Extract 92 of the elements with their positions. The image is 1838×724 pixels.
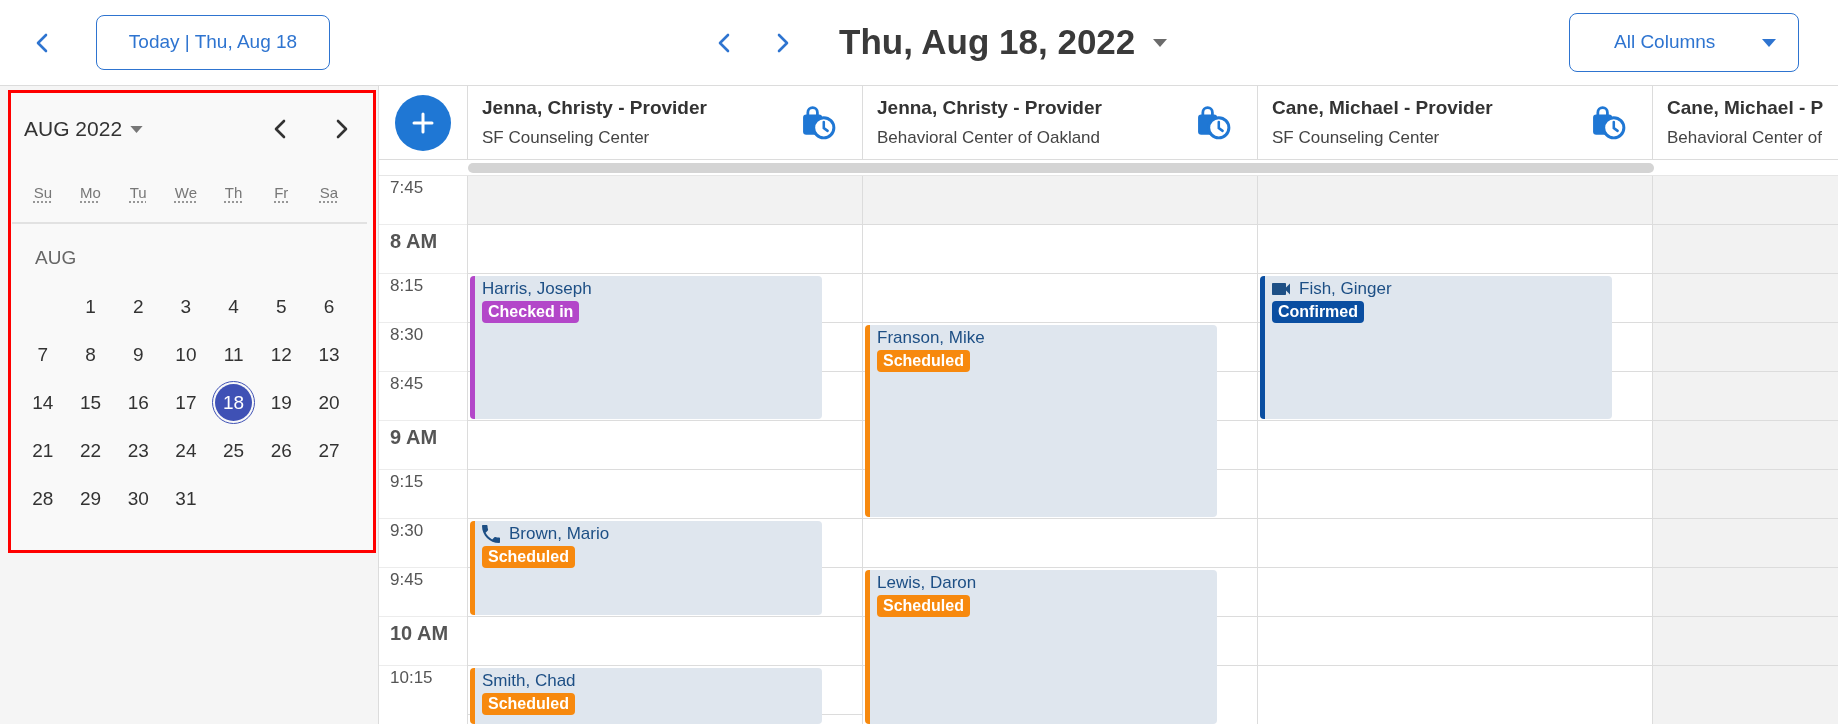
calendar-day[interactable]: 4 [212,284,256,328]
calendar-day[interactable]: 19 [259,380,303,424]
weekday-label: Th [224,183,243,204]
calendar-day[interactable]: 26 [259,428,303,472]
calendar-day[interactable]: 9 [116,332,160,376]
calendar-day[interactable]: 10 [164,332,208,376]
caret-down-icon [1153,38,1168,47]
time-label: 9:30 [390,521,424,541]
calendar-day[interactable]: 13 [307,332,351,376]
time-label: 7:45 [390,178,424,198]
status-badge: Scheduled [482,693,575,715]
calendar-day[interactable]: 7 [21,332,65,376]
appointment-card[interactable]: Smith, Chad Scheduled [470,668,822,724]
weekday-label: We [174,183,197,204]
lock-clock-icon [1197,105,1231,140]
calendar-day[interactable]: 8 [69,332,113,376]
provider-name: Cane, Michael - P [1667,96,1824,120]
calendar-day[interactable]: 20 [307,380,351,424]
appointment-card[interactable]: Franson, Mike Scheduled [865,325,1217,517]
calendar-day[interactable]: 12 [259,332,303,376]
time-label: 9:15 [390,472,424,492]
calendar-day[interactable]: 24 [164,428,208,472]
time-label: 8:45 [390,374,424,394]
weekday-label: Fr [274,183,289,204]
time-label: 9:45 [390,570,424,590]
chevron-right-icon [777,32,789,53]
calendar-day[interactable]: 25 [212,428,256,472]
calendar-day[interactable]: 27 [307,428,351,472]
caret-down-icon [130,125,144,133]
date-picker-button[interactable]: Thu, Aug 18, 2022 [839,16,1168,69]
status-badge: Confirmed [1272,301,1364,323]
patient-name: Franson, Mike [877,328,985,348]
weekday-label: Mo [80,183,101,204]
column-filter-dropdown[interactable]: All Columns [1569,13,1799,72]
patient-name: Brown, Mario [509,524,610,544]
calendar-day[interactable]: 31 [164,476,208,520]
location-name: SF Counseling Center [1272,127,1441,149]
weekday-label: Tu [129,183,147,204]
calendar-day[interactable]: 29 [69,476,113,520]
status-badge: Scheduled [877,595,970,617]
month-section-label: AUG [35,247,77,268]
location-name: Behavioral Center of Oakland [877,127,1102,149]
calendar-day[interactable]: 28 [21,476,65,520]
calendar-day[interactable]: 3 [164,284,208,328]
chevron-right-icon [336,119,348,139]
calendar-day[interactable]: 6 [307,284,351,328]
calendar-day[interactable]: 5 [259,284,303,328]
calendar-day[interactable]: 14 [21,380,65,424]
month-picker-button[interactable]: AUG 2022 [24,113,144,145]
patient-name: Harris, Joseph [482,279,592,299]
chevron-left-icon [36,32,48,53]
status-badge: Checked in [482,301,580,323]
calendar-day[interactable]: 11 [212,332,256,376]
calendar-day[interactable]: 1 [69,284,113,328]
today-button[interactable]: Today | Thu, Aug 18 [96,15,330,70]
time-label: 8:15 [390,276,424,296]
calendar-day[interactable]: 22 [69,428,113,472]
time-label: 10:15 [390,668,433,688]
provider-name: Jenna, Christy - Provider [877,96,1102,120]
calendar-day[interactable]: 21 [21,428,65,472]
time-label: 8 AM [390,229,438,253]
patient-name: Lewis, Daron [877,573,977,593]
time-label: 9 AM [390,425,438,449]
weekday-label: Sa [319,183,339,204]
appointment-card[interactable]: Lewis, Daron Scheduled [865,570,1217,724]
calendar-day[interactable]: 2 [116,284,160,328]
lock-clock-icon [1592,105,1626,140]
provider-name: Cane, Michael - Provider [1272,96,1493,120]
calendar-day[interactable]: 15 [69,380,113,424]
provider-name: Jenna, Christy - Provider [482,96,707,120]
chevron-left-icon [718,32,730,53]
status-badge: Scheduled [877,350,970,372]
plus-icon [411,110,435,135]
appointment-card[interactable]: Brown, Mario Scheduled [470,521,822,615]
calendar-day[interactable]: 23 [116,428,160,472]
location-name: SF Counseling Center [482,127,651,149]
patient-name: Fish, Ginger [1299,279,1392,299]
lock-clock-icon [802,105,836,140]
appointment-card[interactable]: Harris, Joseph Checked in [470,276,822,419]
chevron-left-icon [274,119,286,139]
caret-down-icon [1762,38,1776,47]
appointment-card[interactable]: Fish, Ginger Confirmed [1260,276,1612,419]
location-name: Behavioral Center of [1667,127,1823,149]
time-label: 8:30 [390,325,424,345]
weekday-label: Su [33,183,52,204]
status-badge: Scheduled [482,546,575,568]
calendar-day[interactable]: 17 [164,380,208,424]
calendar-day[interactable]: 16 [116,380,160,424]
time-label: 10 AM [390,621,449,645]
calendar-day[interactable]: 30 [116,476,160,520]
patient-name: Smith, Chad [482,671,576,691]
scrollbar-thumb[interactable] [468,163,1654,173]
